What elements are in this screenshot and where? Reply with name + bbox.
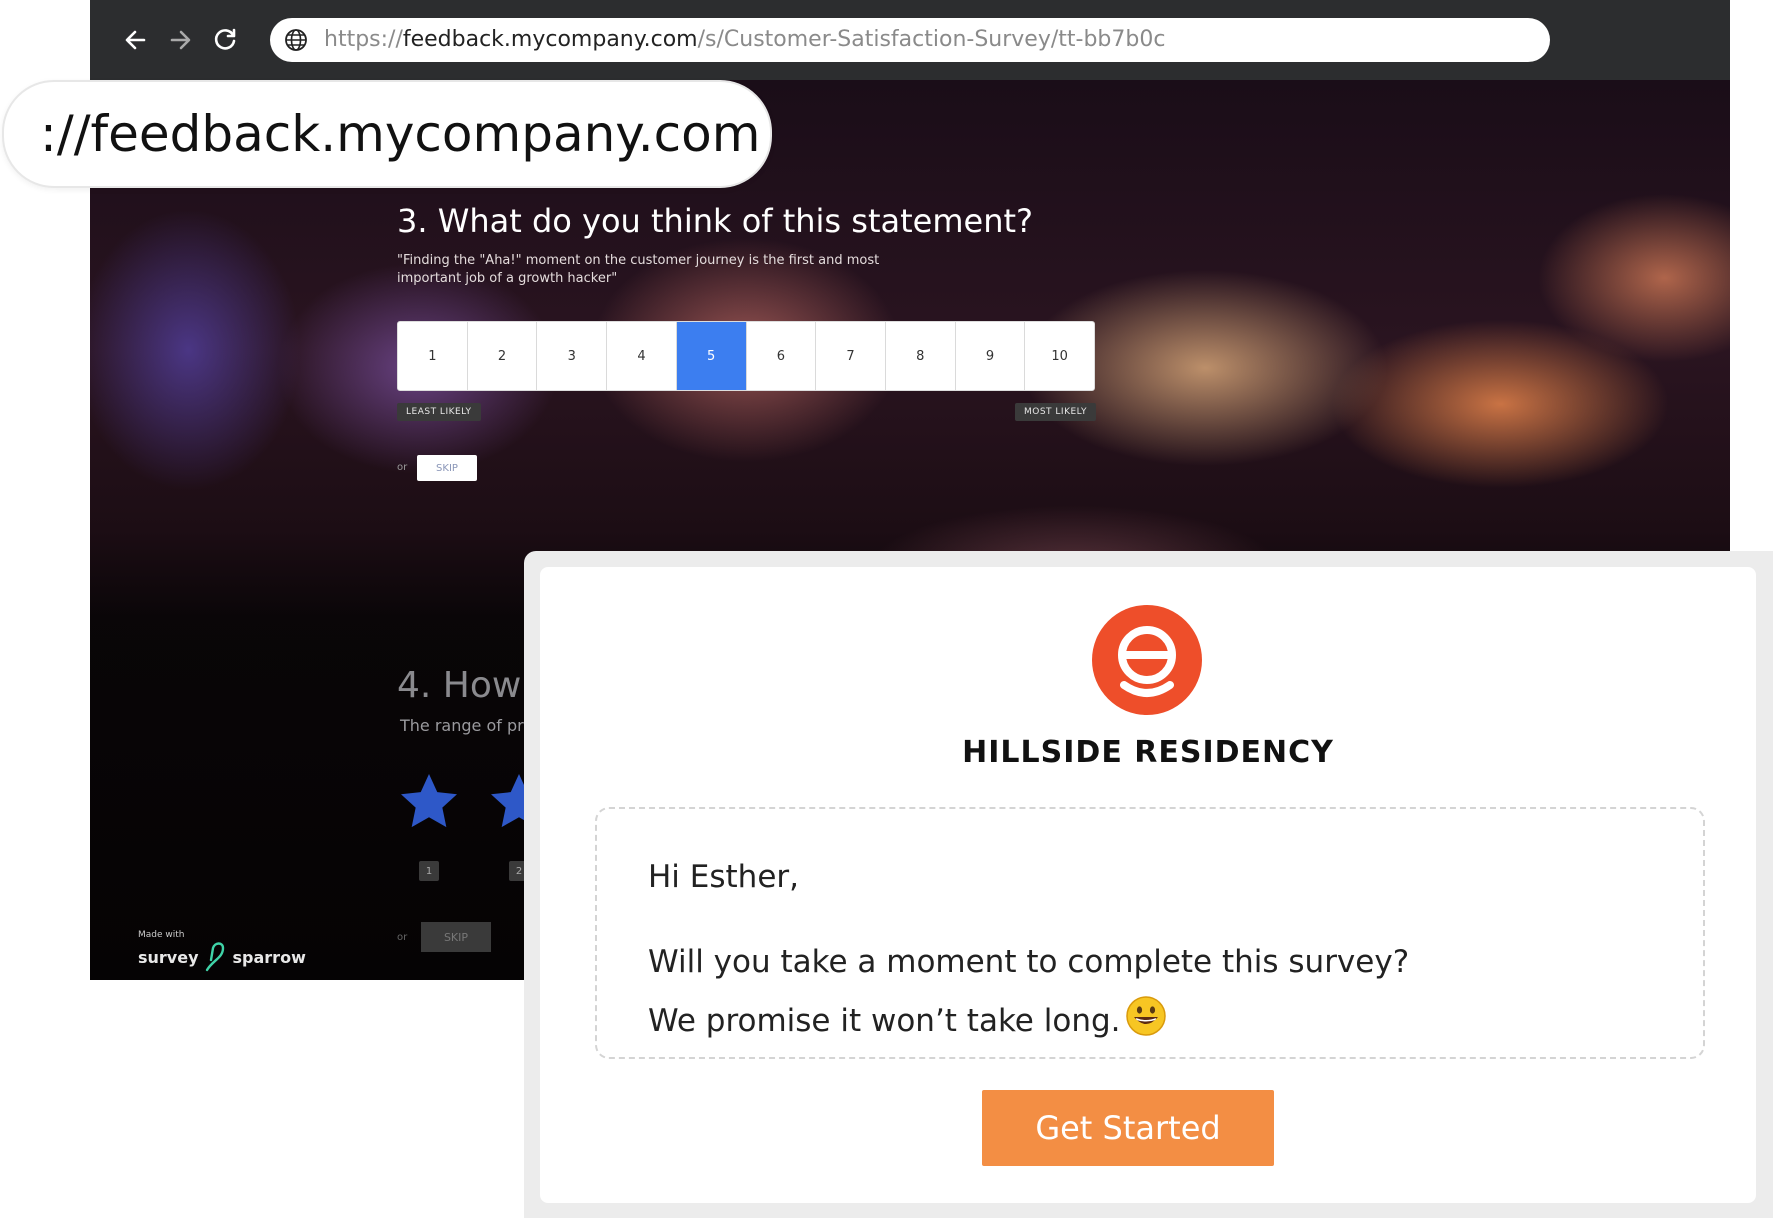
question-3-title: 3. What do you think of this statement?: [397, 202, 1033, 240]
most-likely-label: MOST LIKELY: [1015, 403, 1096, 421]
forward-arrow-icon: [170, 30, 191, 50]
browser-toolbar: https://feedback.mycompany.com/s/Custome…: [90, 0, 1730, 80]
brand-name: HILLSIDE RESIDENCY: [962, 735, 1334, 770]
least-likely-label: LEAST LIKELY: [397, 403, 481, 421]
scale-option-10[interactable]: 10: [1025, 322, 1094, 390]
url-text: https://feedback.mycompany.com/s/Custome…: [324, 18, 1165, 62]
scale-option-8[interactable]: 8: [886, 322, 956, 390]
url-host: feedback.mycompany.com: [402, 27, 698, 52]
or-text: or: [397, 932, 408, 943]
back-arrow-icon: [125, 30, 146, 50]
message-line-2-text: We promise it won’t take long.: [648, 1003, 1121, 1039]
badge-word-left: survey: [138, 947, 199, 967]
back-button[interactable]: [120, 24, 152, 56]
message-line-2: We promise it won’t take long.: [648, 995, 1167, 1039]
skip-button[interactable]: SKIP: [417, 455, 477, 481]
skip-button[interactable]: SKIP: [421, 922, 491, 952]
get-started-button[interactable]: Get Started: [982, 1090, 1274, 1166]
reload-icon: [214, 28, 236, 50]
scale-option-4[interactable]: 4: [607, 322, 677, 390]
email-invite-card: HILLSIDE RESIDENCY Hi Esther, Will you t…: [540, 567, 1756, 1203]
address-bar[interactable]: https://feedback.mycompany.com/s/Custome…: [270, 18, 1550, 62]
scale-option-9[interactable]: 9: [956, 322, 1026, 390]
opinion-scale: 1 2 3 4 5 6 7 8 9 10: [397, 321, 1095, 391]
made-with-text: Made with: [138, 930, 185, 940]
question-3-description: "Finding the "Aha!" moment on the custom…: [397, 253, 880, 286]
scale-option-5[interactable]: 5: [676, 322, 747, 390]
message-line-1: Will you take a moment to complete this …: [648, 944, 1410, 980]
scale-option-1[interactable]: 1: [398, 322, 468, 390]
message-box: Hi Esther, Will you take a moment to com…: [595, 807, 1705, 1059]
brand-logo: [1092, 605, 1202, 715]
scale-option-7[interactable]: 7: [816, 322, 886, 390]
made-with-badge[interactable]: Made with survey sparrow: [138, 930, 306, 974]
smile-emoji-icon: [1125, 996, 1166, 1036]
star-label: 1: [419, 861, 439, 881]
url-callout-text: ://feedback.mycompany.com: [40, 105, 761, 163]
star-icon[interactable]: [397, 770, 461, 834]
residency-logo-icon: [1118, 626, 1176, 697]
globe-icon: [285, 29, 307, 51]
question-4-description: The range of proc: [400, 716, 542, 735]
url-path: /s/Customer-Satisfaction-Survey/tt-bb7b0…: [697, 27, 1166, 52]
reload-button[interactable]: [210, 24, 242, 56]
sparrow-logo-icon: [205, 942, 224, 972]
badge-wordmark: survey sparrow: [138, 940, 306, 974]
forward-button[interactable]: [164, 24, 196, 56]
scale-option-6[interactable]: 6: [747, 322, 817, 390]
or-text: or: [397, 462, 408, 473]
url-scheme: https://: [324, 27, 403, 52]
url-callout: ://feedback.mycompany.com: [2, 80, 772, 188]
greeting: Hi Esther,: [648, 859, 799, 895]
badge-word-right: sparrow: [232, 947, 306, 967]
scale-option-2[interactable]: 2: [468, 322, 538, 390]
scale-option-3[interactable]: 3: [537, 322, 608, 390]
